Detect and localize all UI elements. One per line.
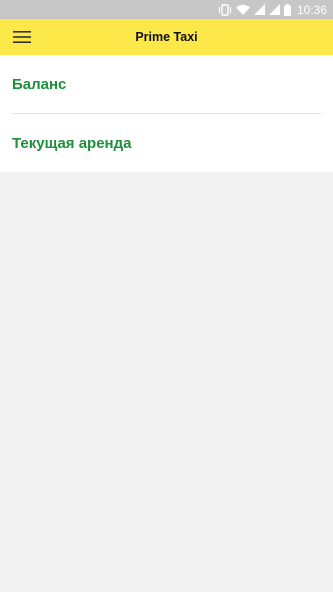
app-title: Prime Taxi xyxy=(135,30,198,44)
hamburger-menu-icon xyxy=(13,31,31,43)
app-bar: Prime Taxi xyxy=(0,19,333,55)
hamburger-menu-button[interactable] xyxy=(8,23,36,51)
wifi-icon xyxy=(235,4,250,15)
menu-list: Баланс Текущая аренда xyxy=(0,55,333,172)
vibrate-icon xyxy=(218,3,232,16)
signal-icon xyxy=(253,4,265,15)
battery-icon xyxy=(283,3,291,16)
status-bar: 10:36 xyxy=(0,0,333,19)
signal-icon xyxy=(268,4,280,15)
status-time: 10:36 xyxy=(296,2,327,17)
menu-item-current-rental[interactable]: Текущая аренда xyxy=(0,114,333,172)
menu-item-balance[interactable]: Баланс xyxy=(0,55,333,113)
